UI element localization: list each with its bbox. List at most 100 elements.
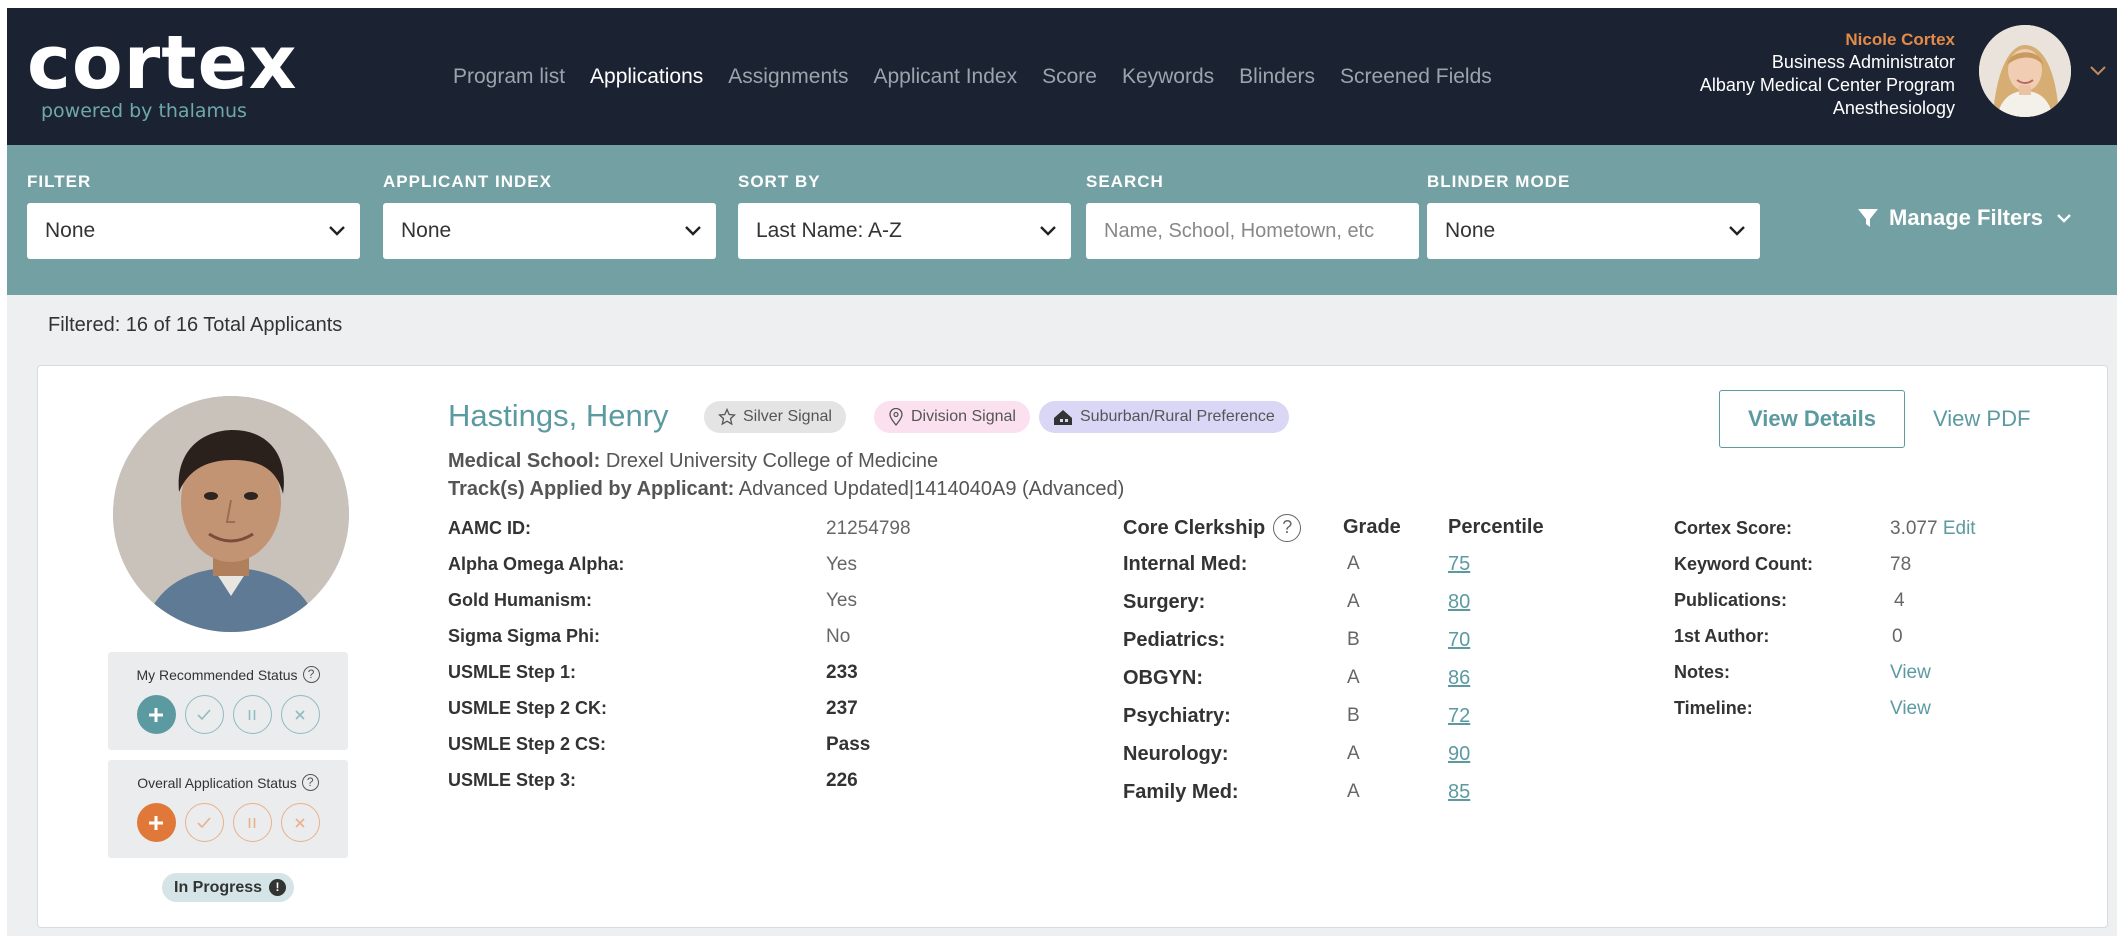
top-header: cortex powered by thalamus Program list … [7, 8, 2117, 145]
manage-filters-label: Manage Filters [1889, 205, 2044, 230]
score-label: Cortex Score: [1674, 518, 1793, 538]
nav-applicant-index[interactable]: Applicant Index [873, 65, 1017, 89]
detail-label: USMLE Step 2 CK: [448, 698, 608, 718]
tag-label: Suburban/Rural Preference [1080, 408, 1275, 425]
score-value: 3.077 [1890, 518, 1938, 539]
chevron-down-icon [1729, 226, 1745, 236]
recommend-reject-button[interactable] [280, 695, 320, 734]
check-icon [197, 816, 211, 828]
star-icon [718, 408, 736, 426]
help-icon[interactable]: ? [302, 666, 320, 683]
blinder-mode-group: BLINDER MODE None [1427, 172, 1760, 259]
blinder-mode-select[interactable]: None [1427, 203, 1760, 259]
main-nav: Program list Applications Assignments Ap… [453, 8, 1517, 145]
sort-by-value: Last Name: A-Z [756, 219, 902, 242]
edit-score-link[interactable]: Edit [1943, 518, 1976, 539]
clerkship-name: Surgery: [1123, 591, 1206, 613]
applicant-index-select[interactable]: None [383, 203, 716, 259]
clerkship-percentile[interactable]: 90 [1448, 743, 1470, 766]
clerkship-grade: A [1347, 591, 1360, 612]
pause-icon [248, 817, 256, 828]
status-add-button[interactable] [136, 803, 176, 842]
tag-label: Division Signal [911, 408, 1016, 425]
tracks-line: Track(s) Applied by Applicant: Advanced … [448, 478, 1124, 501]
blinder-mode-label: BLINDER MODE [1427, 172, 1571, 191]
chevron-down-icon [2057, 214, 2071, 223]
status-reject-button[interactable] [280, 803, 320, 842]
manage-filters-button[interactable]: Manage Filters [1857, 205, 2083, 231]
applicant-index-value: None [401, 219, 452, 242]
nav-keywords[interactable]: Keywords [1122, 65, 1214, 89]
filter-group: FILTER None [27, 172, 360, 259]
logo-tagline: powered by thalamus [41, 100, 247, 122]
tag-label: Silver Signal [743, 408, 832, 425]
help-icon[interactable]: ? [301, 774, 319, 791]
clerkship-name: Neurology: [1123, 743, 1229, 765]
sort-by-select[interactable]: Last Name: A-Z [738, 203, 1071, 259]
notes-view-link[interactable]: View [1890, 662, 1931, 684]
medical-school-label: Medical School: [448, 450, 601, 472]
clerkship-name: Pediatrics: [1123, 629, 1226, 651]
detail-label: AAMC ID: [448, 518, 531, 538]
nav-program-list[interactable]: Program list [453, 65, 565, 89]
clerkship-percentile[interactable]: 80 [1448, 591, 1470, 614]
chevron-down-icon [329, 226, 345, 236]
recommend-add-button[interactable] [136, 695, 176, 734]
user-program: Albany Medical Center Program [1699, 75, 1955, 95]
cortex-logo[interactable]: cortex powered by thalamus [27, 20, 297, 130]
clerkship-percentile[interactable]: 70 [1448, 629, 1470, 652]
info-icon[interactable]: ! [269, 879, 287, 896]
detail-label: USMLE Step 3: [448, 770, 577, 790]
detail-value: 237 [826, 698, 858, 719]
view-details-button[interactable]: View Details [1719, 390, 1905, 448]
clerkship-name: Family Med: [1123, 781, 1239, 803]
core-clerkship-label: Core Clerkship [1123, 516, 1266, 539]
core-clerkship-header: Core Clerkship ? [1123, 514, 1302, 542]
location-pin-icon [889, 408, 903, 426]
house-icon [1054, 410, 1072, 425]
sort-by-group: SORT BY Last Name: A-Z [738, 172, 1071, 259]
clerkship-percentile[interactable]: 75 [1448, 553, 1470, 576]
status-approve-button[interactable] [184, 803, 224, 842]
clerkship-grade: A [1347, 743, 1360, 764]
nav-blinders[interactable]: Blinders [1239, 65, 1315, 89]
applicant-index-group: APPLICANT INDEX None [383, 172, 716, 259]
detail-label: USMLE Step 2 CS: [448, 734, 607, 754]
user-avatar[interactable] [1979, 25, 2071, 117]
plus-icon [149, 815, 163, 830]
clerkship-percentile[interactable]: 86 [1448, 667, 1470, 690]
overall-application-status-panel: Overall Application Status ? [108, 760, 348, 858]
search-label: SEARCH [1086, 172, 1164, 191]
status-hold-button[interactable] [232, 803, 272, 842]
recommend-approve-button[interactable] [184, 695, 224, 734]
help-icon[interactable]: ? [1273, 514, 1302, 542]
detail-value: 226 [826, 770, 858, 791]
check-icon [197, 708, 211, 720]
chevron-down-icon[interactable] [2087, 60, 2109, 82]
nav-applications[interactable]: Applications [590, 65, 703, 89]
clerkship-percentile[interactable]: 72 [1448, 705, 1470, 728]
clerkship-grade: A [1347, 781, 1360, 802]
medical-school-value: Drexel University College of Medicine [605, 450, 939, 472]
view-pdf-link[interactable]: View PDF [1933, 406, 2030, 432]
cortex-score-value: 3.077 Edit [1890, 518, 1976, 540]
filter-select[interactable]: None [27, 203, 360, 259]
tracks-value: Advanced Updated|1414040A9 (Advanced) [738, 478, 1125, 500]
clerkship-grade: B [1347, 629, 1360, 650]
chevron-down-icon [1040, 226, 1056, 236]
app-window: cortex powered by thalamus Program list … [7, 8, 2117, 936]
user-name: Nicole Cortex [1845, 30, 1955, 49]
detail-value: 233 [826, 662, 858, 683]
score-label: 1st Author: [1674, 626, 1770, 646]
clerkship-percentile[interactable]: 85 [1448, 781, 1470, 804]
timeline-view-link[interactable]: View [1890, 698, 1931, 720]
blinder-mode-value: None [1445, 219, 1496, 242]
nav-score[interactable]: Score [1042, 65, 1097, 89]
clerkship-grade: A [1347, 667, 1360, 688]
recommend-hold-button[interactable] [232, 695, 272, 734]
nav-screened-fields[interactable]: Screened Fields [1340, 65, 1492, 89]
search-input[interactable] [1086, 203, 1419, 259]
tag-silver-signal: Silver Signal [704, 401, 846, 433]
applicant-name[interactable]: Hastings, Henry [448, 398, 669, 434]
nav-assignments[interactable]: Assignments [728, 65, 848, 89]
